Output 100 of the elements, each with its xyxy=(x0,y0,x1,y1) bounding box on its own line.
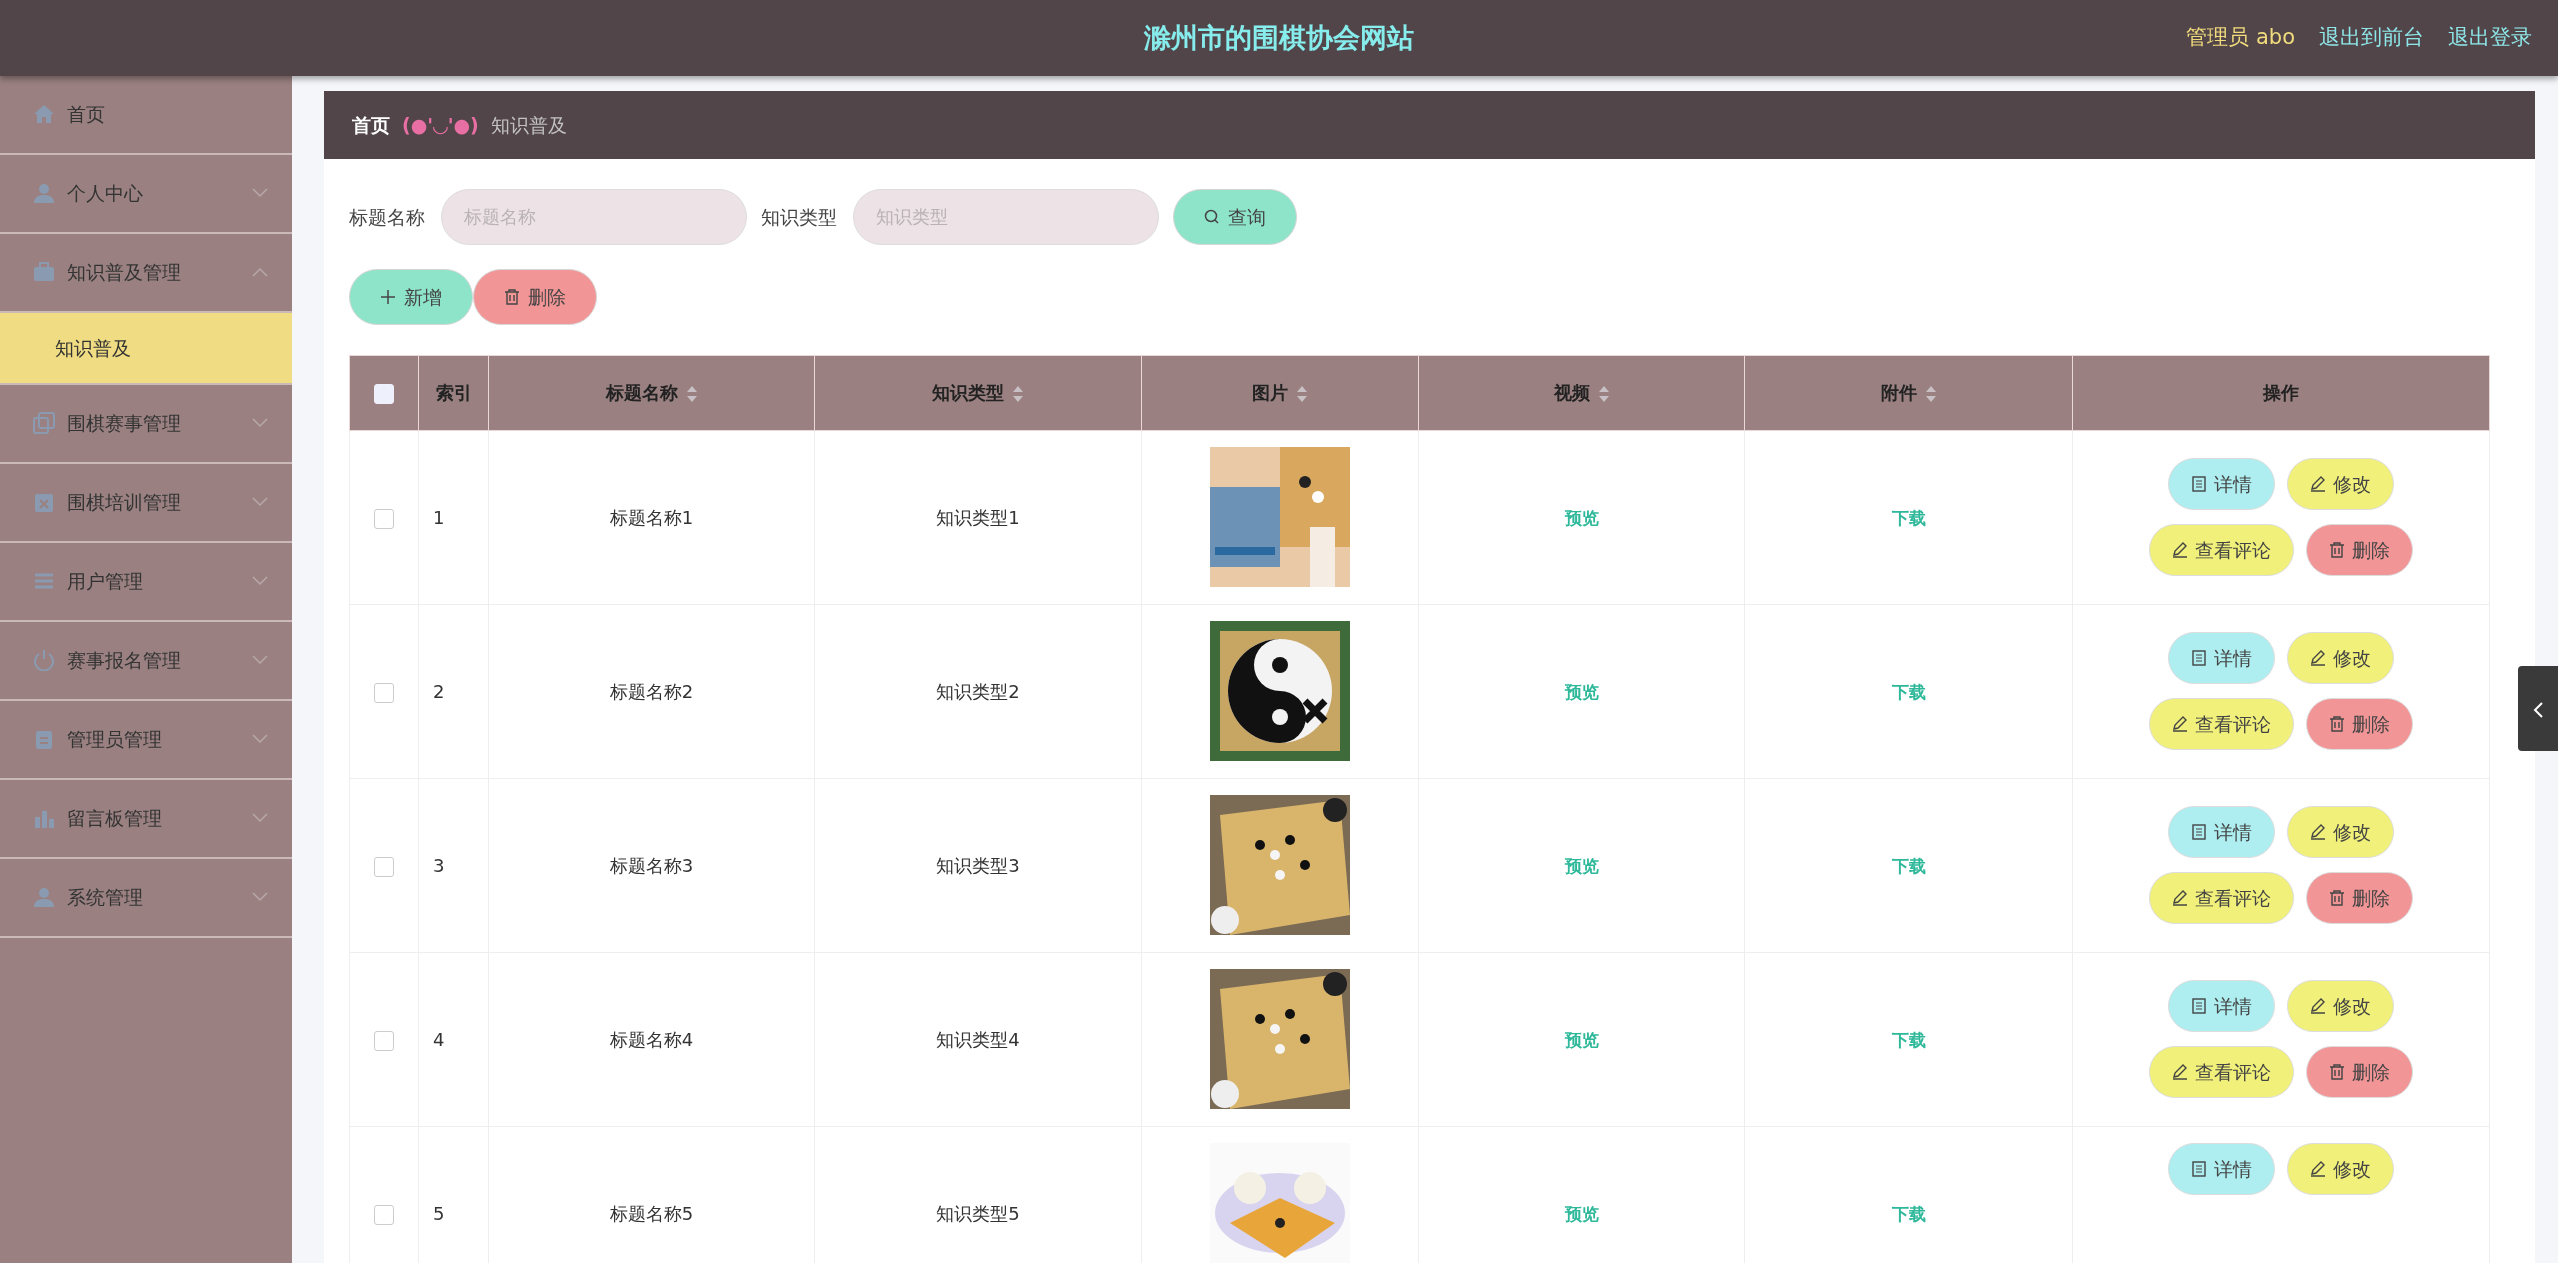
breadcrumb-link[interactable]: 首页 xyxy=(352,110,390,140)
pencil-icon xyxy=(2310,824,2326,841)
checkbox[interactable] xyxy=(374,508,394,529)
search-button[interactable]: 查询 xyxy=(1173,188,1297,245)
copy-icon xyxy=(33,412,55,435)
delete-button[interactable]: 删除 xyxy=(2306,698,2413,751)
collapse-tab[interactable] xyxy=(2518,665,2558,751)
chevron-down-icon xyxy=(252,734,268,745)
pencil-icon xyxy=(2172,542,2188,559)
delete-button[interactable]: 删除 xyxy=(2306,1046,2413,1099)
header-link[interactable]: 退出到前台 xyxy=(2319,22,2424,54)
edit-button[interactable]: 修改 xyxy=(2287,980,2394,1033)
sidebar-item[interactable]: 系统管理 xyxy=(0,858,292,938)
preview-link[interactable]: 预览 xyxy=(1564,1203,1599,1224)
chevron-down-icon xyxy=(252,188,268,199)
pencil-icon xyxy=(2172,890,2188,907)
table-cell: 标题名称2 xyxy=(609,680,694,702)
add-button[interactable]: 新增 xyxy=(349,268,473,325)
delete-button[interactable]: 删除 xyxy=(2306,872,2413,925)
preview-link[interactable]: 预览 xyxy=(1564,507,1599,528)
sidebar-item[interactable]: 围棋培训管理 xyxy=(0,463,292,543)
download-link[interactable]: 下载 xyxy=(1891,681,1926,702)
preview-link[interactable]: 预览 xyxy=(1564,681,1599,702)
person-icon xyxy=(33,886,55,909)
table-cell: 3 xyxy=(433,854,445,876)
sidebar-item[interactable]: 用户管理 xyxy=(0,542,292,622)
comment-button[interactable]: 查看评论 xyxy=(2149,698,2294,751)
edit-button[interactable]: 修改 xyxy=(2287,1142,2394,1195)
download-link[interactable]: 下载 xyxy=(1891,1203,1926,1224)
column-header: 索引 xyxy=(435,382,472,404)
header-link[interactable]: 退出登录 xyxy=(2448,22,2532,54)
pencil-icon xyxy=(2310,998,2326,1015)
trash-icon xyxy=(504,288,520,305)
sidebar-item[interactable]: 管理员管理 xyxy=(0,700,292,780)
edit-button[interactable]: 修改 xyxy=(2287,806,2394,859)
table-cell: 标题名称3 xyxy=(609,854,694,876)
table-cell: 知识类型5 xyxy=(936,1202,1020,1224)
sort-icon xyxy=(1924,385,1937,404)
detail-button[interactable]: 详情 xyxy=(2168,806,2275,859)
table-cell: 知识类型1 xyxy=(936,506,1020,528)
detail-button[interactable]: 详情 xyxy=(2168,980,2275,1033)
chevron-down-icon xyxy=(252,418,268,429)
preview-link[interactable]: 预览 xyxy=(1564,855,1599,876)
checkbox[interactable] xyxy=(374,856,394,877)
table-cell: 知识类型3 xyxy=(936,854,1020,876)
table-cell: 知识类型4 xyxy=(936,1028,1020,1050)
sidebar-item[interactable]: 围棋赛事管理 xyxy=(0,384,292,464)
home-icon xyxy=(33,103,55,126)
sort-icon xyxy=(1296,385,1308,404)
comment-button[interactable]: 查看评论 xyxy=(2149,524,2294,577)
trash-icon xyxy=(2329,1064,2345,1081)
edit-button[interactable]: 修改 xyxy=(2287,458,2394,511)
pencil-icon xyxy=(2310,650,2326,667)
download-link[interactable]: 下载 xyxy=(1891,1029,1926,1050)
document-icon xyxy=(2191,824,2207,841)
sidebar-subitem[interactable]: 知识普及 xyxy=(0,312,292,385)
table-cell: 5 xyxy=(433,1202,445,1224)
delete-button[interactable]: 删除 xyxy=(473,268,597,325)
chevron-down-icon xyxy=(252,655,268,666)
detail-button[interactable]: 详情 xyxy=(2168,458,2275,511)
download-link[interactable]: 下载 xyxy=(1891,855,1926,876)
pencil-icon xyxy=(2172,1064,2188,1081)
chevron-down-icon xyxy=(252,892,268,903)
trash-icon xyxy=(2329,716,2345,733)
sidebar-item[interactable]: 留言板管理 xyxy=(0,779,292,859)
detail-button[interactable]: 详情 xyxy=(2168,632,2275,685)
preview-link[interactable]: 预览 xyxy=(1564,1029,1599,1050)
table-cell: 标题名称5 xyxy=(609,1202,694,1224)
download-link[interactable]: 下载 xyxy=(1891,507,1926,528)
chevron-left-icon xyxy=(2532,700,2544,719)
edit-button[interactable]: 修改 xyxy=(2287,632,2394,685)
delete-button[interactable]: 删除 xyxy=(2306,524,2413,577)
chevron-down-icon xyxy=(252,497,268,508)
detail-button[interactable]: 详情 xyxy=(2168,1142,2275,1195)
sidebar-item[interactable]: 首页 xyxy=(0,75,292,155)
sidebar-item[interactable]: 个人中心 xyxy=(0,154,292,234)
trash-icon xyxy=(2329,542,2345,559)
column-header: 操作 xyxy=(2263,382,2299,404)
user-label: 管理员 abo xyxy=(2186,24,2295,52)
person-icon xyxy=(33,182,55,205)
document-icon xyxy=(2191,1160,2207,1177)
document-icon xyxy=(2191,476,2207,493)
sort-icon xyxy=(1597,385,1610,404)
sidebar-item[interactable]: 赛事报名管理 xyxy=(0,621,292,701)
checkbox[interactable] xyxy=(374,1204,394,1225)
table-cell: 2 xyxy=(433,680,445,702)
checkbox[interactable] xyxy=(374,1030,394,1051)
column-header: 附件 xyxy=(1880,382,1917,404)
column-header: 知识类型 xyxy=(932,382,1004,404)
comment-button[interactable]: 查看评论 xyxy=(2149,1046,2294,1099)
power-icon xyxy=(33,649,55,672)
plus-icon xyxy=(380,288,396,305)
checkbox[interactable] xyxy=(374,682,394,703)
comment-button[interactable]: 查看评论 xyxy=(2149,872,2294,925)
breadcrumb-current: 知识普及 xyxy=(490,112,567,138)
chevron-down-icon xyxy=(252,813,268,824)
briefcase-icon xyxy=(33,261,55,284)
clipboard-icon xyxy=(33,728,55,751)
column-header: 视频 xyxy=(1553,382,1590,404)
table-cell: 标题名称1 xyxy=(609,506,694,528)
